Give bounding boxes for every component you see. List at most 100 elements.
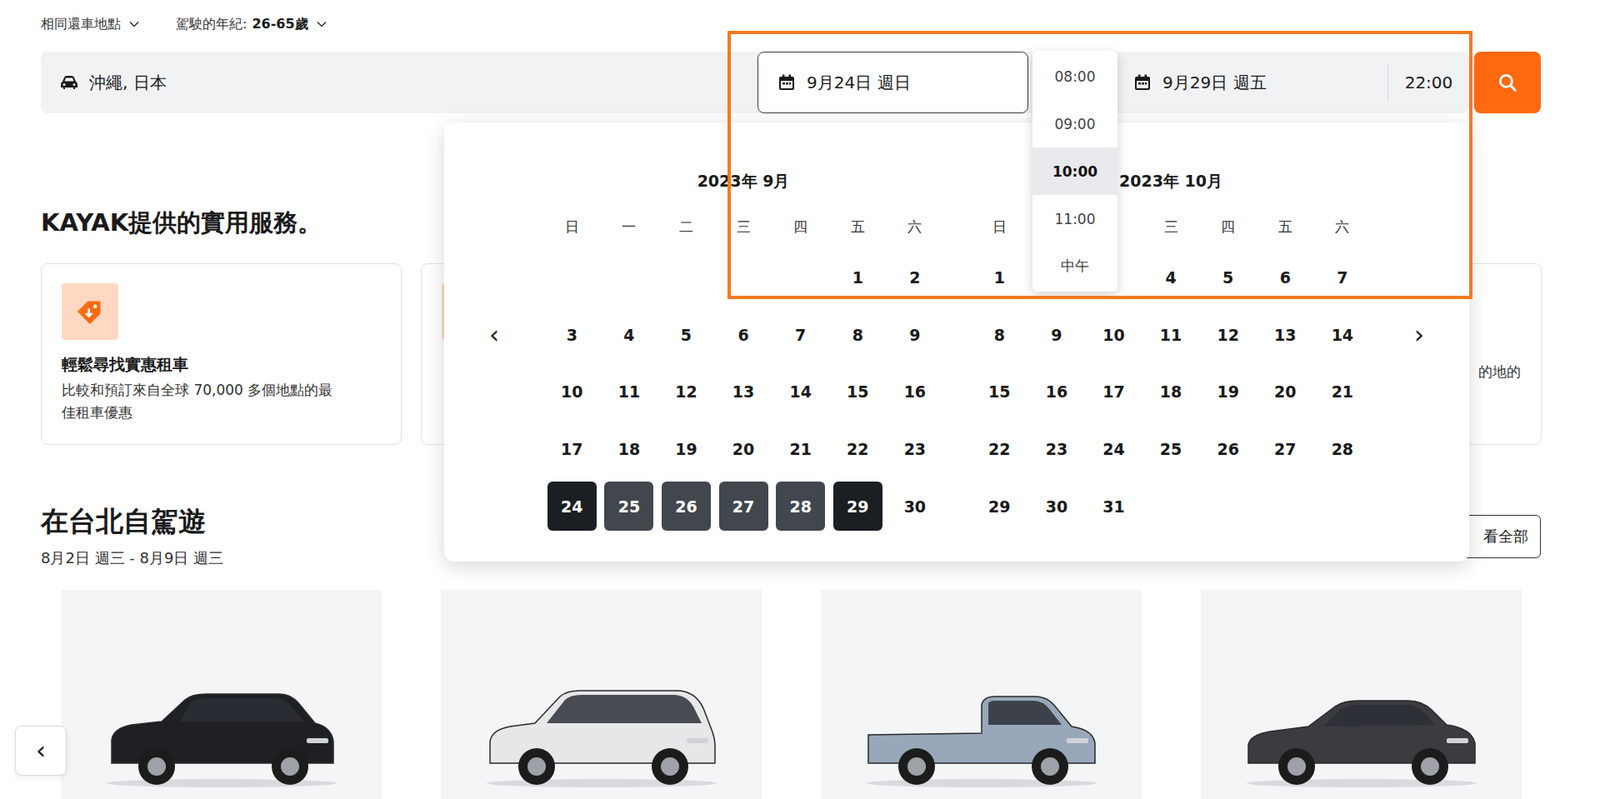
day-cell[interactable]: 13 (1256, 306, 1315, 365)
day-cell[interactable]: 22 (970, 420, 1029, 479)
day-cell[interactable]: 15 (829, 363, 887, 421)
day-cell[interactable]: 3 (543, 306, 601, 365)
day-cell[interactable]: 25 (600, 477, 659, 535)
day-cell[interactable]: 23 (1028, 420, 1086, 479)
day-cell[interactable]: 7 (1314, 249, 1372, 307)
day-number: 1 (975, 253, 1025, 303)
search-button[interactable] (1474, 51, 1541, 114)
day-cell[interactable]: 26 (657, 477, 715, 535)
day-cell[interactable]: 19 (657, 420, 715, 479)
day-cell[interactable]: 6 (1256, 249, 1315, 307)
day-cell[interactable]: 10 (543, 363, 601, 421)
day-cell (1314, 477, 1372, 535)
pickup-time-field[interactable]: 08:0009:0010:0011:00中午 (1028, 51, 1130, 114)
month-title: 2023年 10月 (970, 164, 1371, 198)
day-number: 19 (1203, 367, 1253, 417)
day-cell[interactable]: 7 (771, 306, 830, 365)
day-cell[interactable]: 30 (886, 477, 945, 535)
calendar-week: 24252627282930 (543, 477, 944, 535)
day-number: 25 (604, 481, 654, 531)
option-value: 26-65歲 (251, 15, 308, 34)
day-cell[interactable]: 4 (600, 306, 659, 365)
day-cell[interactable]: 28 (771, 477, 830, 535)
day-cell[interactable]: 28 (1314, 420, 1372, 479)
car-card[interactable] (440, 590, 762, 799)
day-cell[interactable]: 5 (657, 306, 715, 365)
time-option[interactable]: 09:00 (1032, 100, 1118, 148)
day-cell[interactable]: 11 (600, 363, 659, 421)
day-cell[interactable]: 18 (600, 420, 659, 479)
day-cell[interactable]: 24 (543, 477, 601, 535)
carousel-prev-button[interactable]: ‹ (15, 725, 67, 776)
option-label: 相同還車地點 (40, 15, 121, 34)
time-option[interactable]: 11:00 (1032, 195, 1118, 243)
day-cell[interactable]: 27 (1256, 420, 1315, 479)
day-cell[interactable]: 31 (1085, 477, 1143, 535)
day-cell[interactable]: 1 (970, 249, 1029, 307)
day-cell[interactable]: 17 (543, 420, 601, 479)
next-month-button[interactable]: › (1402, 318, 1436, 352)
option-dropdown[interactable]: 相同還車地點 (40, 15, 140, 34)
day-cell[interactable]: 24 (1085, 420, 1143, 479)
weekday-row: 日三四五六 (970, 197, 1371, 244)
day-cell[interactable]: 14 (1314, 306, 1372, 365)
time-option[interactable]: 08:00 (1032, 52, 1118, 100)
car-rental-page: 相同還車地點 駕駛的年紀: 26-65歲 沖繩, 日本 9月24日 週日 08:… (0, 0, 1600, 799)
day-cell[interactable]: 19 (1199, 363, 1257, 421)
car-card[interactable] (820, 590, 1142, 799)
day-cell[interactable]: 5 (1199, 249, 1257, 307)
day-cell[interactable]: 12 (657, 363, 715, 421)
dropoff-date-field[interactable]: 9月29日 週五 (1129, 51, 1388, 114)
dropoff-time-field[interactable]: 22:00 (1387, 63, 1470, 102)
day-cell[interactable]: 21 (771, 420, 830, 479)
tag-icon (61, 283, 119, 340)
day-cell[interactable]: 12 (1199, 306, 1257, 365)
time-option[interactable]: 中午 (1032, 242, 1118, 290)
day-cell[interactable]: 9 (1028, 306, 1086, 365)
time-option[interactable]: 10:00 (1032, 147, 1118, 195)
day-cell[interactable]: 15 (970, 363, 1029, 421)
day-cell[interactable]: 2 (886, 249, 945, 307)
day-cell[interactable]: 8 (829, 306, 887, 365)
option-label: 駕駛的年紀: (175, 15, 247, 34)
weekday-label: 三 (715, 210, 773, 244)
day-cell[interactable]: 1 (829, 249, 887, 307)
day-number: 13 (719, 367, 769, 417)
day-cell[interactable]: 11 (1142, 306, 1200, 365)
day-cell[interactable]: 29 (829, 477, 887, 535)
option-dropdown[interactable]: 駕駛的年紀: 26-65歲 (175, 15, 327, 34)
day-cell[interactable]: 30 (1028, 477, 1086, 535)
day-cell[interactable]: 14 (771, 363, 830, 421)
service-card[interactable]: 輕鬆尋找實惠租車 比較和預訂來自全球 70,000 多個地點的最佳租車優惠 (40, 263, 402, 445)
day-cell[interactable]: 18 (1142, 363, 1200, 421)
pickup-date-field[interactable]: 9月24日 週日 (757, 51, 1029, 114)
day-cell[interactable]: 8 (970, 306, 1029, 365)
day-cell[interactable]: 20 (715, 420, 773, 479)
day-cell[interactable]: 4 (1142, 249, 1200, 307)
day-cell[interactable]: 16 (1028, 363, 1086, 421)
day-cell[interactable]: 23 (886, 420, 945, 479)
day-cell[interactable]: 29 (970, 477, 1029, 535)
day-cell[interactable]: 17 (1085, 363, 1143, 421)
day-cell[interactable]: 6 (715, 306, 773, 365)
car-card[interactable] (1200, 590, 1522, 799)
day-cell[interactable]: 20 (1256, 363, 1315, 421)
prev-month-button[interactable]: ‹ (477, 318, 511, 352)
day-cell[interactable]: 21 (1314, 363, 1372, 421)
day-cell[interactable]: 26 (1199, 420, 1257, 479)
day-cell[interactable]: 10 (1085, 306, 1143, 365)
day-cell[interactable]: 9 (886, 306, 945, 365)
day-number: 10 (547, 367, 597, 417)
chevron-down-icon (129, 20, 140, 28)
day-cell (1199, 477, 1257, 535)
day-cell[interactable]: 13 (715, 363, 773, 421)
day-cell[interactable]: 25 (1142, 420, 1200, 479)
day-cell[interactable]: 22 (829, 420, 887, 479)
day-cell[interactable]: 16 (886, 363, 945, 421)
day-number: 17 (1089, 367, 1139, 417)
car-card[interactable] (60, 590, 382, 799)
day-cell[interactable]: 27 (715, 477, 773, 535)
calendar-week: 22232425262728 (970, 420, 1371, 479)
day-number: 21 (775, 425, 825, 475)
location-field[interactable]: 沖繩, 日本 (40, 51, 755, 114)
